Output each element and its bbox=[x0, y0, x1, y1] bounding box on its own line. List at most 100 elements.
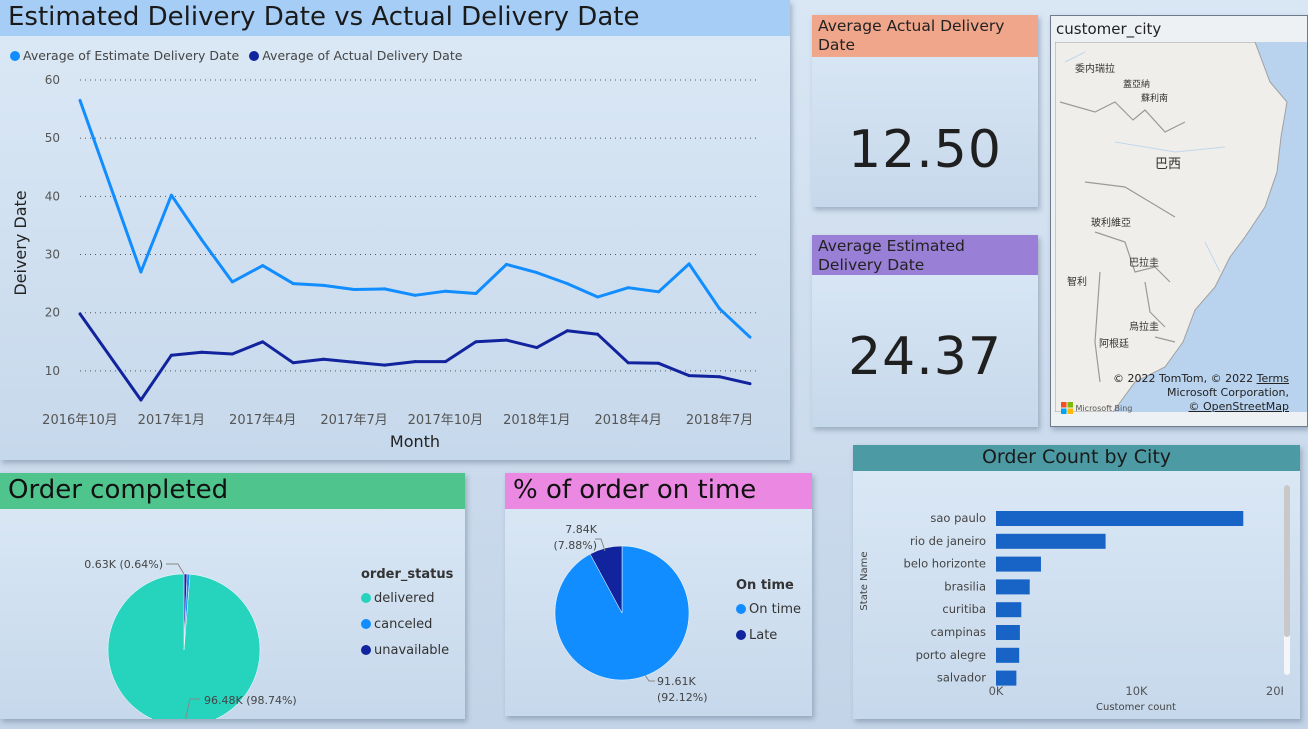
map-credit-line1: © 2022 TomTom, © 2022 bbox=[1113, 372, 1254, 385]
pie-label-on-time-value: 91.61K bbox=[657, 675, 696, 688]
legend-item-on-time[interactable]: On time bbox=[736, 597, 801, 623]
map-label-argentina: 阿根廷 bbox=[1099, 337, 1129, 350]
data-point bbox=[504, 262, 508, 266]
data-point bbox=[748, 382, 752, 386]
bar-category-label: campinas bbox=[931, 625, 986, 639]
data-point bbox=[443, 360, 447, 364]
order-count-by-city-card[interactable]: Order Count by City sao paulo rio de jane… bbox=[853, 445, 1300, 719]
data-point bbox=[200, 238, 204, 242]
legend-item-delivered[interactable]: delivered bbox=[361, 586, 453, 612]
legend-label-on-time: On time bbox=[749, 602, 801, 617]
data-point bbox=[657, 290, 661, 294]
bar-belo-horizonte bbox=[996, 556, 1041, 572]
y-axis-title: Deivery Date bbox=[11, 190, 30, 295]
x-tick-label: 0K bbox=[989, 684, 1004, 698]
data-point bbox=[565, 282, 569, 286]
on-time-legend: On time On time Late bbox=[736, 577, 801, 649]
legend-dot-canceled bbox=[361, 619, 371, 629]
legend-dot-on-time bbox=[736, 604, 746, 614]
series-line-estimate bbox=[78, 99, 752, 339]
kpi-estimated-title: Average Estimated Delivery Date bbox=[812, 235, 1038, 275]
y-axis-title: State Name bbox=[859, 551, 870, 610]
y-tick-label: 20 bbox=[45, 306, 60, 320]
legend-item-late[interactable]: Late bbox=[736, 623, 801, 649]
order-on-time-pie-card[interactable]: % of order on time 7.84K (7.88%) 91.61K (92… bbox=[505, 473, 812, 716]
order-status-legend: order_status delivered canceled unavaila… bbox=[361, 566, 453, 664]
legend-label-delivered: delivered bbox=[374, 591, 435, 606]
x-axis-title: Month bbox=[390, 432, 440, 451]
data-point bbox=[291, 282, 295, 286]
map-label-venezuela: 委内瑞拉 bbox=[1075, 62, 1115, 75]
pie-label-delivered: 96.48K (98.74%) bbox=[204, 694, 297, 707]
data-point bbox=[413, 360, 417, 364]
y-tick-label: 10 bbox=[45, 364, 60, 378]
data-point bbox=[687, 262, 691, 266]
on-time-legend-title: On time bbox=[736, 578, 794, 593]
bar-category-label: curitiba bbox=[942, 602, 986, 616]
x-tick-label: 10K bbox=[1125, 684, 1148, 698]
order-completed-pie-card[interactable]: Order completed 0.63K (0.64%) 96.48K (98.… bbox=[0, 473, 465, 719]
line-chart-plot[interactable]: 10 20 30 40 50 60 2016年10月 2017年1月 2017年4月 2017年7… bbox=[0, 0, 790, 460]
data-point bbox=[261, 264, 265, 268]
data-point bbox=[748, 335, 752, 339]
bar-campinas bbox=[996, 625, 1020, 640]
series-line-actual bbox=[78, 313, 751, 402]
bar-chart-title: Order Count by City bbox=[853, 445, 1300, 471]
delivery-date-line-chart-card[interactable]: Estimated Delivery Date vs Actual Delive… bbox=[0, 0, 790, 460]
data-point bbox=[322, 357, 326, 361]
kpi-estimated-value: 24.37 bbox=[848, 327, 1002, 387]
map-terms-link[interactable]: Terms bbox=[1257, 372, 1289, 385]
data-point bbox=[139, 398, 143, 402]
data-point bbox=[383, 287, 387, 291]
map-osm-link[interactable]: © OpenStreetMap bbox=[1188, 400, 1289, 413]
data-point bbox=[687, 374, 691, 378]
map-label-chile: 智利 bbox=[1067, 275, 1087, 288]
pie-label-late-value: 7.84K bbox=[565, 523, 597, 536]
x-tick-label: 2017年1月 bbox=[138, 413, 205, 428]
order-count-bar-chart[interactable]: sao paulo rio de janeiro belo horizonte bra… bbox=[853, 471, 1283, 719]
bar-brasilia bbox=[996, 579, 1030, 595]
pie-label-unavailable: 0.63K (0.64%) bbox=[84, 558, 163, 571]
data-point bbox=[474, 340, 478, 344]
bar-chart-scrollbar[interactable] bbox=[1284, 485, 1290, 675]
customer-city-map-card[interactable]: customer_city 委内瑞拉 蓋亞納 蘇利南 巴西 玻利維亞 巴拉圭 智… bbox=[1050, 15, 1308, 427]
data-point bbox=[474, 292, 478, 296]
bar-porto-alegre bbox=[996, 647, 1020, 663]
data-point bbox=[352, 360, 356, 364]
on-time-pie[interactable]: 7.84K (7.88%) 91.61K (92.12%) bbox=[505, 509, 725, 716]
legend-item-unavailable[interactable]: unavailable bbox=[361, 638, 453, 664]
data-point bbox=[169, 193, 173, 197]
data-point bbox=[230, 352, 234, 356]
bar-category-label: porto alegre bbox=[916, 648, 986, 662]
bar-curitiba bbox=[996, 602, 1022, 618]
kpi-actual-title: Average Actual Delivery Date bbox=[812, 15, 1038, 57]
x-tick-label: 20K bbox=[1266, 684, 1283, 698]
south-america-map[interactable]: 委内瑞拉 蓋亞納 蘇利南 巴西 玻利維亞 巴拉圭 智利 烏拉圭 阿根廷 bbox=[1055, 42, 1307, 412]
data-point bbox=[657, 361, 661, 365]
leader-line bbox=[644, 674, 655, 682]
x-axis-title: Customer count bbox=[1096, 702, 1176, 713]
order-status-pie[interactable]: 0.63K (0.64%) 96.48K (98.74%) bbox=[0, 509, 340, 719]
data-point bbox=[139, 270, 143, 274]
map-title: customer_city bbox=[1056, 20, 1162, 38]
legend-label-unavailable: unavailable bbox=[374, 643, 450, 658]
kpi-card-estimated-delivery[interactable]: Average Estimated Delivery Date 24.37 bbox=[812, 235, 1038, 427]
map-label-paraguay: 巴拉圭 bbox=[1129, 256, 1159, 269]
data-point bbox=[504, 338, 508, 342]
data-point bbox=[626, 286, 630, 290]
x-tick-label: 2017年10月 bbox=[408, 413, 484, 428]
data-point bbox=[565, 329, 569, 333]
bar-sao-paulo bbox=[996, 511, 1244, 526]
data-point bbox=[322, 283, 326, 287]
y-tick-label: 40 bbox=[45, 189, 60, 203]
data-point bbox=[626, 361, 630, 365]
data-point bbox=[169, 353, 173, 357]
bar-category-label: brasilia bbox=[944, 579, 986, 593]
bar-category-label: belo horizonte bbox=[904, 557, 986, 571]
x-tick-label: 2018年1月 bbox=[503, 413, 570, 428]
data-point bbox=[291, 361, 295, 365]
legend-item-canceled[interactable]: canceled bbox=[361, 612, 453, 638]
kpi-card-actual-delivery[interactable]: Average Actual Delivery Date 12.50 bbox=[812, 15, 1038, 207]
scrollbar-thumb[interactable] bbox=[1284, 485, 1290, 637]
map-label-uruguay: 烏拉圭 bbox=[1129, 320, 1159, 333]
